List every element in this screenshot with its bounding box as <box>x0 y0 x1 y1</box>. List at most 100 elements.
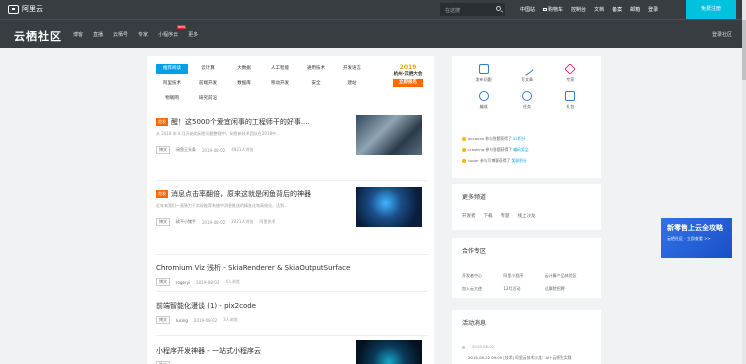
partner-link[interactable]: 加入云大使 <box>462 286 497 292</box>
tag[interactable]: 物联网 <box>156 94 188 104</box>
nav-docs[interactable]: 文档 <box>594 6 604 13</box>
subnav-miniapp[interactable]: 小程序云 NEW <box>158 25 187 38</box>
channel-link[interactable]: 专题 <box>501 213 510 219</box>
channel-link[interactable]: 下载 <box>484 213 493 219</box>
gifts-button[interactable]: 礼包 <box>549 91 592 110</box>
nav-icp[interactable]: 备案 <box>612 6 622 13</box>
activity-link[interactable]: 25积分 <box>513 136 525 141</box>
article-author[interactable]: 砍不小猪手 <box>176 219 196 225</box>
nav-login[interactable]: 登录 <box>648 6 658 13</box>
nav-console[interactable]: 控制台 <box>571 6 586 13</box>
article-item[interactable]: 小程序开发神器 - 一站式小程序云 推广 <box>156 336 428 364</box>
ask-question-button[interactable]: 发布问题 <box>462 64 505 83</box>
tag[interactable]: 阿里技术 <box>156 79 188 89</box>
article-item[interactable]: 前端智能化漫谈 (1) - pix2code 博文 lusing 2019-08-0… <box>156 292 428 336</box>
article-title[interactable]: 前端智能化漫谈 (1) - pix2code <box>156 301 428 311</box>
calendar-icon <box>478 64 489 74</box>
aliyun-logo[interactable]: 阿里云 <box>8 4 43 14</box>
article-thumbnail[interactable] <box>356 340 422 364</box>
target-icon <box>521 91 532 101</box>
article-meta: 博文 rogeryi 2019-08-02 4人浏览 <box>156 278 428 286</box>
events-panel: 活动消息 2019-08-02 2019-08-22 09:00 [技术] 阿里… <box>452 310 601 364</box>
partner-link[interactable]: 云计算产品体验区 <box>545 273 592 279</box>
top-nav: 中国站 购物车 控制台 文档 备案 邮箱 登录 <box>520 0 658 19</box>
article-views: 3人浏览 <box>223 317 238 322</box>
event-date: 2019-08-02 <box>472 344 495 349</box>
community-bar: 云栖社区 博客 直播 云栖号 专家 小程序云 NEW 更多 登录社区 <box>0 19 746 48</box>
partner-link[interactable]: 开发者中心 <box>462 273 497 279</box>
subnav-yunqihao[interactable]: 云栖号 <box>113 31 128 38</box>
article-category: 博文 <box>156 278 170 286</box>
article-category: 博文 <box>156 316 170 324</box>
quick-actions-panel: 发布问题 写文章 专家 编成 任务 礼包 dccanea 参与答题获得了 25积… <box>452 56 601 178</box>
ad-subtitle: 云栖社区 · 立即查看 >> <box>667 236 711 241</box>
article-views: 4人浏览 <box>225 279 240 284</box>
article-author[interactable]: 闲鱼王头条 <box>176 147 196 153</box>
diamond-icon <box>564 63 576 75</box>
article-thumbnail[interactable] <box>356 115 422 155</box>
tag[interactable]: 前端开发 <box>192 79 224 89</box>
tag[interactable]: 人工智能 <box>264 64 296 74</box>
search-icon[interactable] <box>496 6 501 11</box>
article-badge: 首发 <box>156 118 168 126</box>
scrollbar-thumb[interactable] <box>742 20 746 80</box>
article-date: 2019-08-02 <box>202 147 226 153</box>
new-badge: NEW <box>176 25 187 29</box>
article-author[interactable]: lusing <box>176 318 188 323</box>
tag[interactable]: 通用技术 <box>300 64 332 74</box>
article-thumbnail[interactable] <box>356 187 422 227</box>
tag[interactable]: 云计算 <box>192 64 224 74</box>
article-title[interactable]: Chromium Viz 浅析 - SkiaRenderer & SkiaOut… <box>156 263 428 273</box>
search-input[interactable]: 在这搜 <box>440 3 505 16</box>
globe-icon <box>478 91 489 101</box>
tag[interactable]: 建站 <box>336 79 368 89</box>
activity-link[interactable]: 奖励积分 <box>512 158 527 163</box>
article-source: 阿里技术 <box>259 219 276 224</box>
tag[interactable]: 数据库 <box>228 79 260 89</box>
subnav-more[interactable]: 更多 <box>188 31 198 38</box>
tag-recommended[interactable]: 推荐阅读 <box>156 64 188 74</box>
category-tags: 推荐阅读 云计算 大数据 人工智能 通用技术 开发语言 阿里技术 前端开发 数据… <box>156 64 382 104</box>
partner-link[interactable]: 阿里小程序 <box>503 273 538 279</box>
signup-button[interactable]: 免费注册 <box>686 0 736 19</box>
subnav-experts[interactable]: 专家 <box>138 31 148 38</box>
channel-link[interactable]: 线上沙龙 <box>518 213 536 219</box>
scrollbar[interactable] <box>742 0 746 364</box>
floating-ad[interactable]: 新零售上云全攻略 云栖社区 · 立即查看 >> <box>661 218 732 258</box>
subnav-live[interactable]: 直播 <box>93 31 103 38</box>
tag[interactable]: 开发语言 <box>336 64 368 74</box>
partner-link[interactable]: 达摩院招聘 <box>545 286 592 292</box>
channel-link[interactable]: 开发者 <box>462 213 476 219</box>
article-item[interactable]: Chromium Viz 浅析 - SkiaRenderer & SkiaOut… <box>156 255 428 292</box>
section-title: 活动消息 <box>462 320 487 327</box>
subnav-blog[interactable]: 博客 <box>73 31 83 38</box>
community-brand[interactable]: 云栖社区 <box>14 28 62 44</box>
section-title: 合作专区 <box>462 248 487 255</box>
article-item[interactable]: 首发 消息点击率翻倍，原来这就是闲鱼背后的神器 近年来我们一直致力于实现推荐系统中… <box>156 181 428 255</box>
article-item[interactable]: 首发 醒！这5000个爱宜闲事的工程师干的好事.... 从 2018 年 9 月开… <box>156 109 428 181</box>
article-list: 首发 醒！这5000个爱宜闲事的工程师干的好事.... 从 2018 年 9 月开… <box>156 109 428 364</box>
activity-link[interactable]: 编码奖品 <box>513 147 528 152</box>
timeline-dot <box>462 346 465 349</box>
promo-register-button[interactable]: 立即报名 <box>393 79 423 87</box>
tag[interactable]: 移动开发 <box>264 79 296 89</box>
community-login[interactable]: 登录社区 <box>712 31 732 38</box>
nav-site[interactable]: 中国站 <box>520 6 535 13</box>
logo-icon <box>8 4 19 14</box>
nav-mail[interactable]: 邮箱 <box>630 6 640 13</box>
coding-button[interactable]: 编成 <box>462 91 505 110</box>
tag[interactable]: 大数据 <box>228 64 260 74</box>
partner-link[interactable]: 12月活动 <box>503 286 538 292</box>
tasks-button[interactable]: 任务 <box>505 91 548 110</box>
article-views: 2221人浏览 <box>231 219 254 224</box>
tag[interactable]: 研究前沿 <box>192 94 224 104</box>
conference-promo[interactable]: 2019 杭州·云栖大会 立即报名 <box>389 64 427 91</box>
tag[interactable]: 安全 <box>300 79 332 89</box>
experts-button[interactable]: 专家 <box>549 63 592 83</box>
event-item[interactable]: 2019-08-22 09:00 [技术] 阿里云技术沙龙：AI+云原生实践 <box>468 355 571 361</box>
article-author[interactable]: rogeryi <box>176 280 190 285</box>
partner-panel: 合作专区 开发者中心 阿里小程序 云计算产品体验区 加入云大使 12月活动 达摩… <box>452 238 601 298</box>
article-views: 4921人浏览 <box>231 147 254 152</box>
write-article-button[interactable]: 写文章 <box>505 62 548 83</box>
nav-cart[interactable]: 购物车 <box>543 6 563 13</box>
